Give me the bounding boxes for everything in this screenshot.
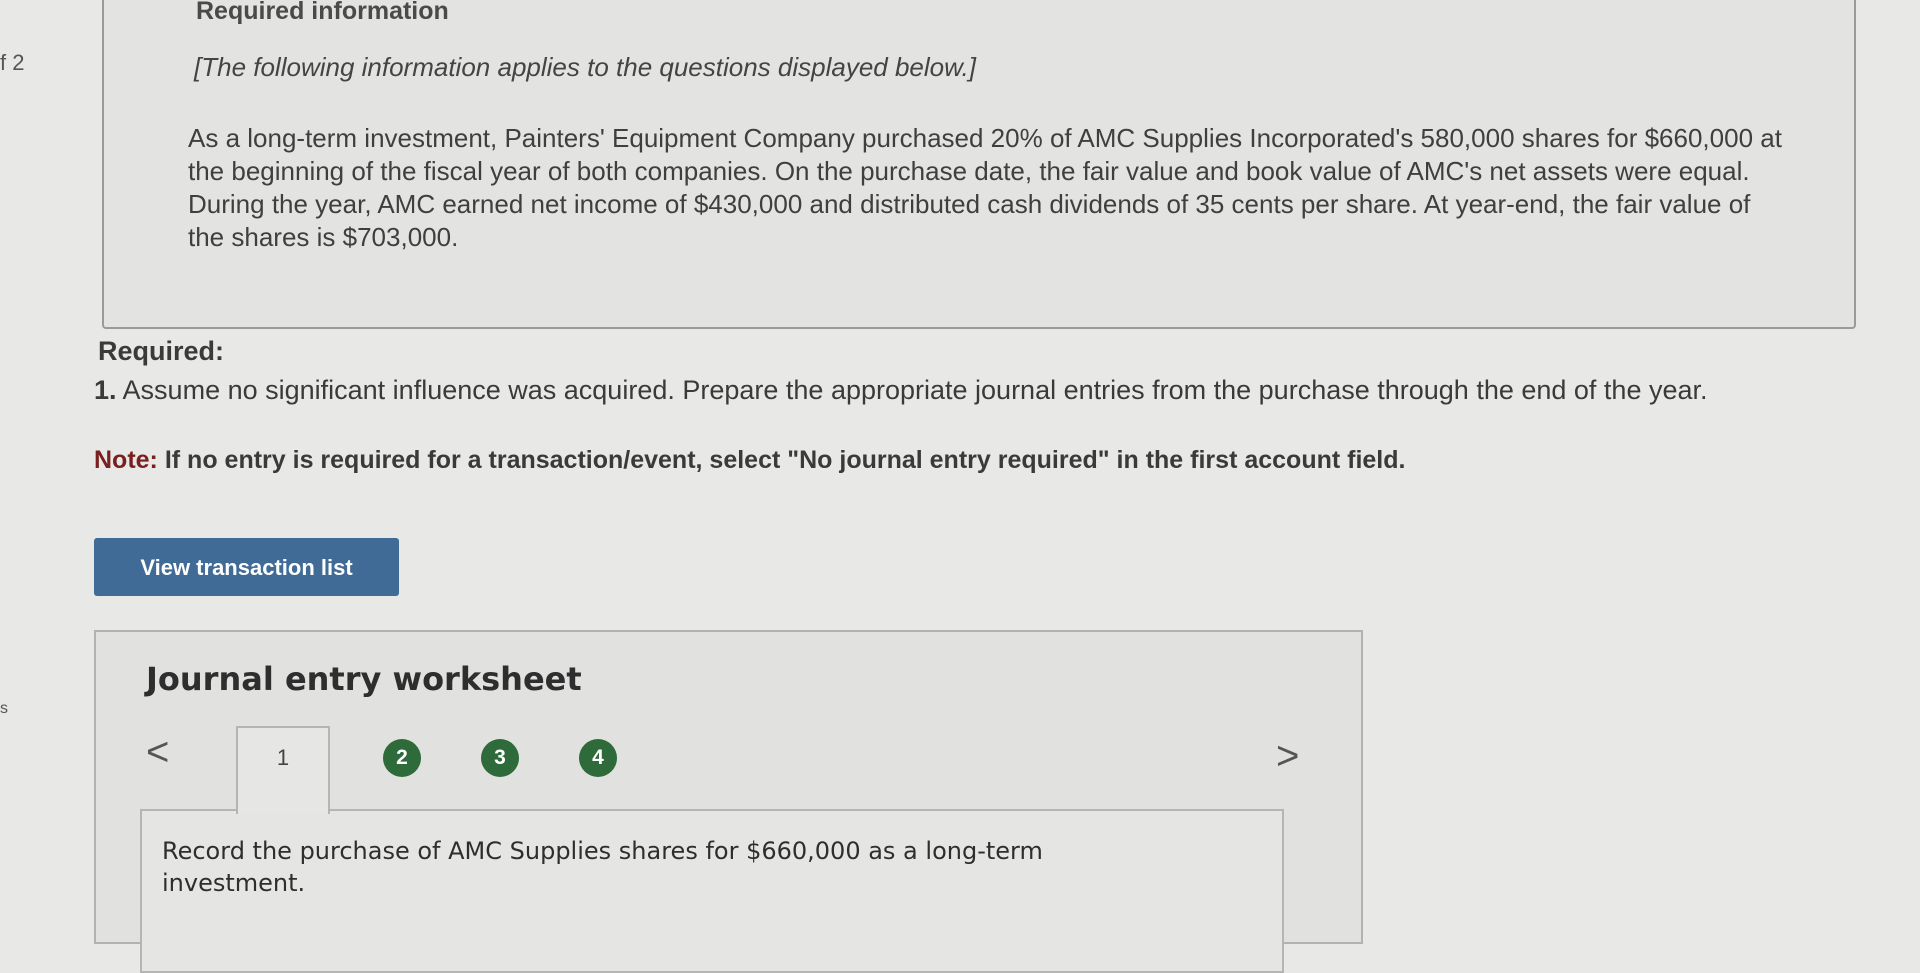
tab-1[interactable]: 1 xyxy=(236,726,330,814)
note: Note: If no entry is required for a tran… xyxy=(94,446,1405,475)
edge-mark: s xyxy=(0,700,8,717)
question-text: Assume no significant influence was acqu… xyxy=(122,375,1708,405)
previous-arrow-icon[interactable]: < xyxy=(146,732,169,772)
entry-description: Record the purchase of AMC Supplies shar… xyxy=(162,837,1043,897)
entry-description-box: Record the purchase of AMC Supplies shar… xyxy=(140,809,1284,973)
required-label: Required: xyxy=(98,336,225,366)
view-transaction-list-button[interactable]: View transaction list xyxy=(94,538,399,596)
worksheet-title: Journal entry worksheet xyxy=(146,660,582,698)
edge-question-number: f 2 xyxy=(0,50,25,75)
required-information-heading: Required information xyxy=(196,0,449,25)
info-paragraph: As a long-term investment, Painters' Equ… xyxy=(188,123,1782,252)
tab-4[interactable]: 4 xyxy=(579,739,617,777)
info-intro-text: [The following information applies to th… xyxy=(194,52,976,82)
journal-entry-worksheet: Journal entry worksheet < 1 2 3 4 > Reco… xyxy=(94,630,1363,973)
question-1: 1. Assume no significant influence was a… xyxy=(94,374,1814,407)
tab-3[interactable]: 3 xyxy=(481,739,519,777)
note-label: Note: xyxy=(94,446,158,474)
note-text: If no entry is required for a transactio… xyxy=(164,446,1406,474)
next-arrow-icon[interactable]: > xyxy=(1276,736,1299,776)
tab-2[interactable]: 2 xyxy=(383,739,421,777)
question-number: 1. xyxy=(94,375,117,405)
